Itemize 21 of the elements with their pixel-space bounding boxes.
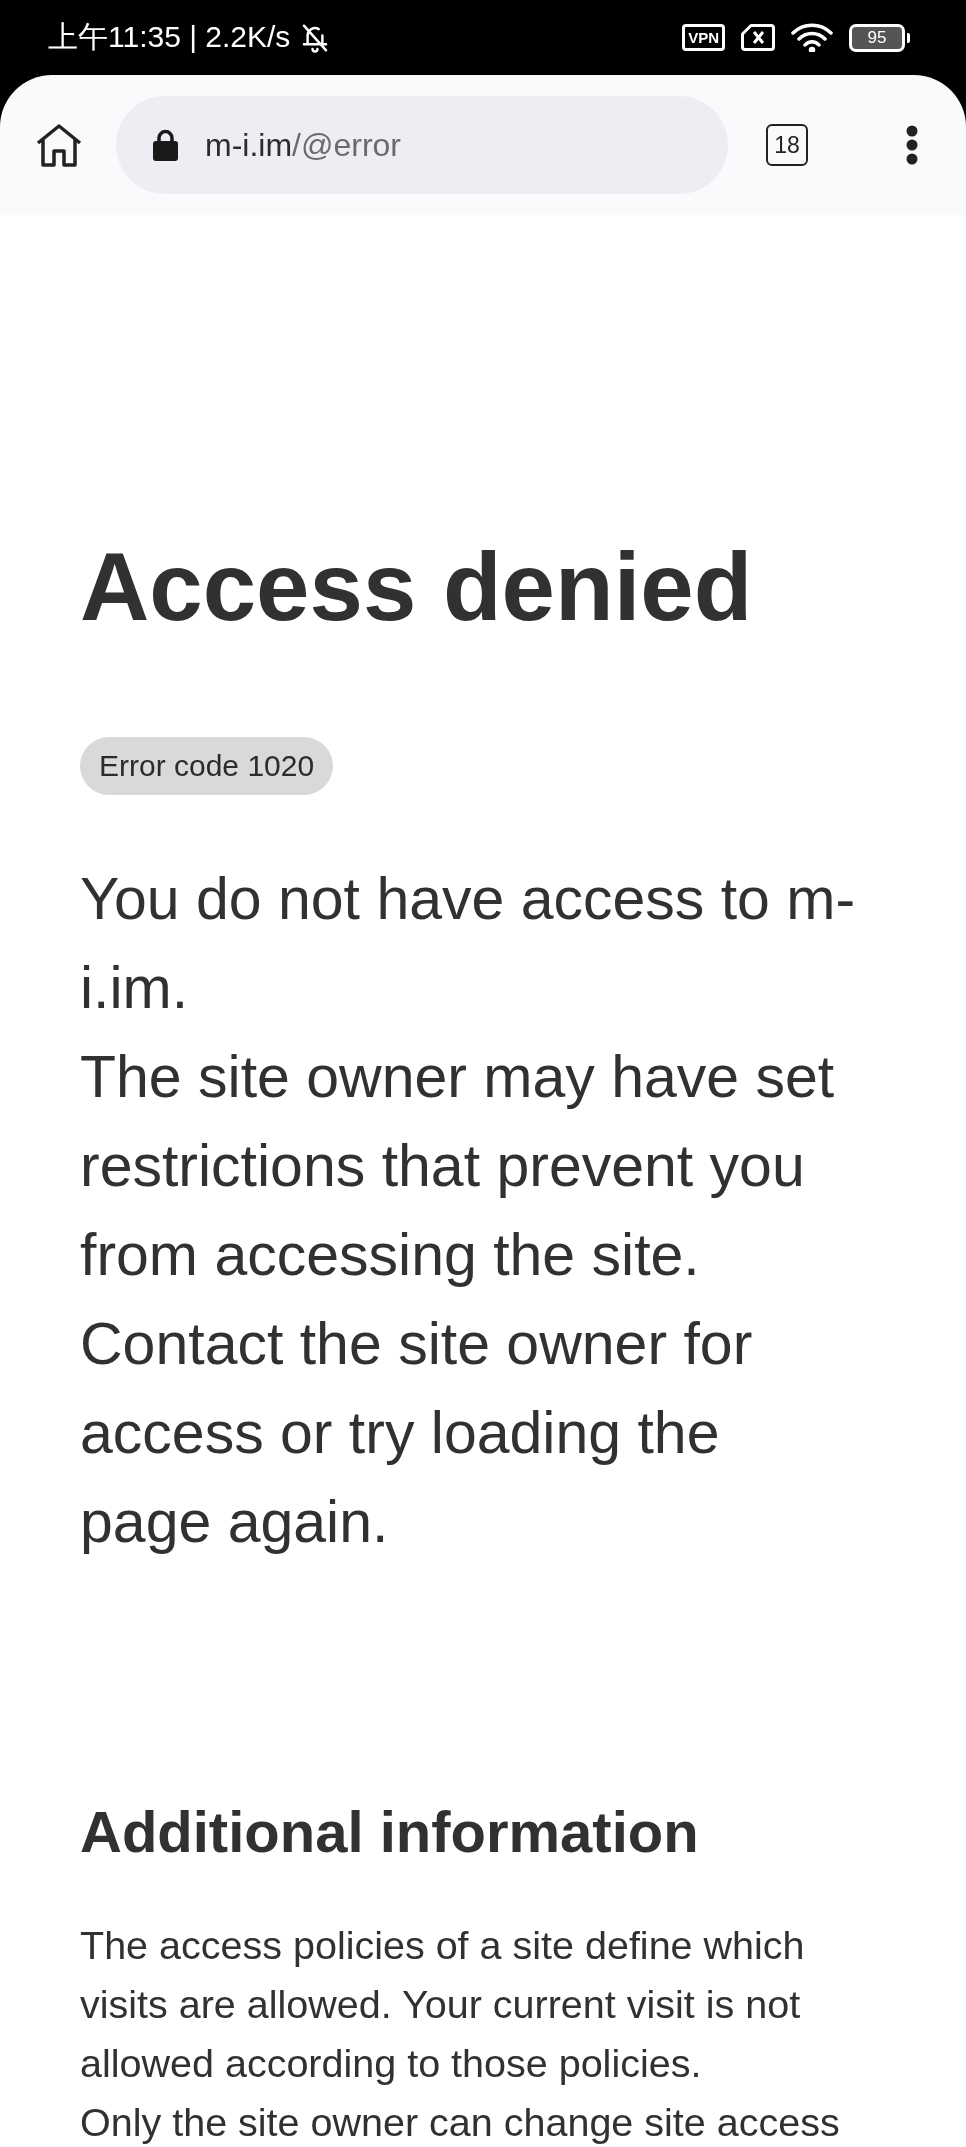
wifi-icon	[791, 23, 833, 52]
status-time: 上午11:35 | 2.2K/s	[48, 19, 291, 55]
menu-button[interactable]	[906, 125, 918, 165]
lock-icon	[153, 129, 178, 161]
sim-card-x-icon	[741, 24, 775, 51]
section-heading: Additional information	[80, 1798, 699, 1867]
url-text: m-i.im/@error	[205, 126, 401, 164]
error-code-badge: Error code 1020	[80, 737, 334, 796]
message-text: You do not have access to m-i.im.	[80, 865, 857, 1024]
info-text: The access policies of a site define which visits are allowed. Your current visit is not allowed according to those policies.	[80, 1922, 806, 2088]
info-text: Only the site owner can change site access	[80, 2099, 841, 2147]
message-text: Contact the site owner for access or try loading the page again.	[80, 1310, 754, 1558]
home-button[interactable]	[35, 123, 83, 167]
page-title: Access denied	[80, 532, 753, 642]
message-text: The site owner may have set restrictions that prevent you from accessing the site.	[80, 1043, 836, 1291]
battery-indicator: 95	[849, 23, 910, 52]
home-icon	[35, 123, 83, 167]
address-bar[interactable]: m-i.im/@error	[116, 96, 728, 194]
tab-count-button[interactable]: 18	[766, 124, 808, 166]
vpn-indicator: VPN	[682, 24, 725, 51]
more-vertical-icon	[906, 125, 918, 165]
